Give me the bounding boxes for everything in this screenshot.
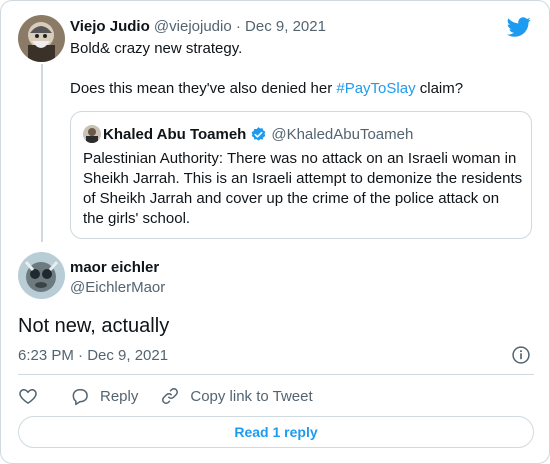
author-handle[interactable]: @viejojudio [154, 18, 232, 35]
original-tweet-line1: Bold& crazy new strategy. [70, 40, 243, 57]
copy-link-label: Copy link to Tweet [190, 387, 313, 405]
action-bar: Reply Copy link to Tweet [18, 385, 335, 407]
reply-tweet-text: Not new, actually [18, 315, 170, 337]
quoted-tweet[interactable]: Khaled Abu Toameh @KhaledAbuToameh Pales… [70, 111, 532, 239]
like-button[interactable] [18, 386, 48, 406]
reply-button-label: Reply [100, 387, 139, 405]
quoted-author-handle: @KhaledAbuToameh [271, 126, 414, 143]
copy-link-button[interactable]: Copy link to Tweet [160, 386, 313, 406]
verified-badge-icon [251, 127, 266, 141]
read-replies-button[interactable]: Read 1 reply [18, 416, 534, 448]
author-name[interactable]: Viejo Judio [70, 18, 150, 35]
avatar-viejo-judio[interactable] [18, 15, 65, 62]
reply-timestamp[interactable]: 6:23 PM · Dec 9, 2021 [18, 347, 168, 364]
tweet-date[interactable]: Dec 9, 2021 [245, 18, 326, 35]
reply-button[interactable]: Reply [70, 386, 138, 406]
quoted-author-name: Khaled Abu Toameh [103, 126, 247, 143]
quoted-tweet-header: Khaled Abu Toameh @KhaledAbuToameh [103, 126, 413, 143]
reply-bubble-icon [72, 389, 88, 406]
thread-connector-line [41, 64, 43, 242]
avatar-maor-eichler[interactable] [18, 252, 65, 299]
line2-suffix: claim? [415, 80, 464, 97]
quoted-tweet-text: Palestinian Authority: There was no atta… [83, 150, 523, 227]
original-tweet-header: Viejo Judio @viejojudio · Dec 9, 2021 [70, 18, 326, 35]
header-separator: · [235, 18, 241, 35]
info-icon[interactable] [511, 345, 531, 365]
avatar-khaled-abu-toameh [83, 125, 101, 143]
hashtag-link[interactable]: #PayToSlay [336, 80, 415, 97]
original-tweet-line2: Does this mean they've also denied her #… [70, 79, 463, 99]
reply-author-name[interactable]: maor eichler [70, 259, 159, 276]
twitter-bird-icon[interactable] [507, 15, 531, 39]
divider-line [18, 374, 534, 375]
reply-author-handle[interactable]: @EichlerMaor [70, 279, 165, 296]
tweet-embed-card: Viejo Judio @viejojudio · Dec 9, 2021 Bo… [0, 0, 550, 464]
heart-icon [19, 388, 37, 404]
link-icon [162, 388, 179, 404]
line2-prefix: Does this mean they've also denied her [70, 80, 337, 97]
